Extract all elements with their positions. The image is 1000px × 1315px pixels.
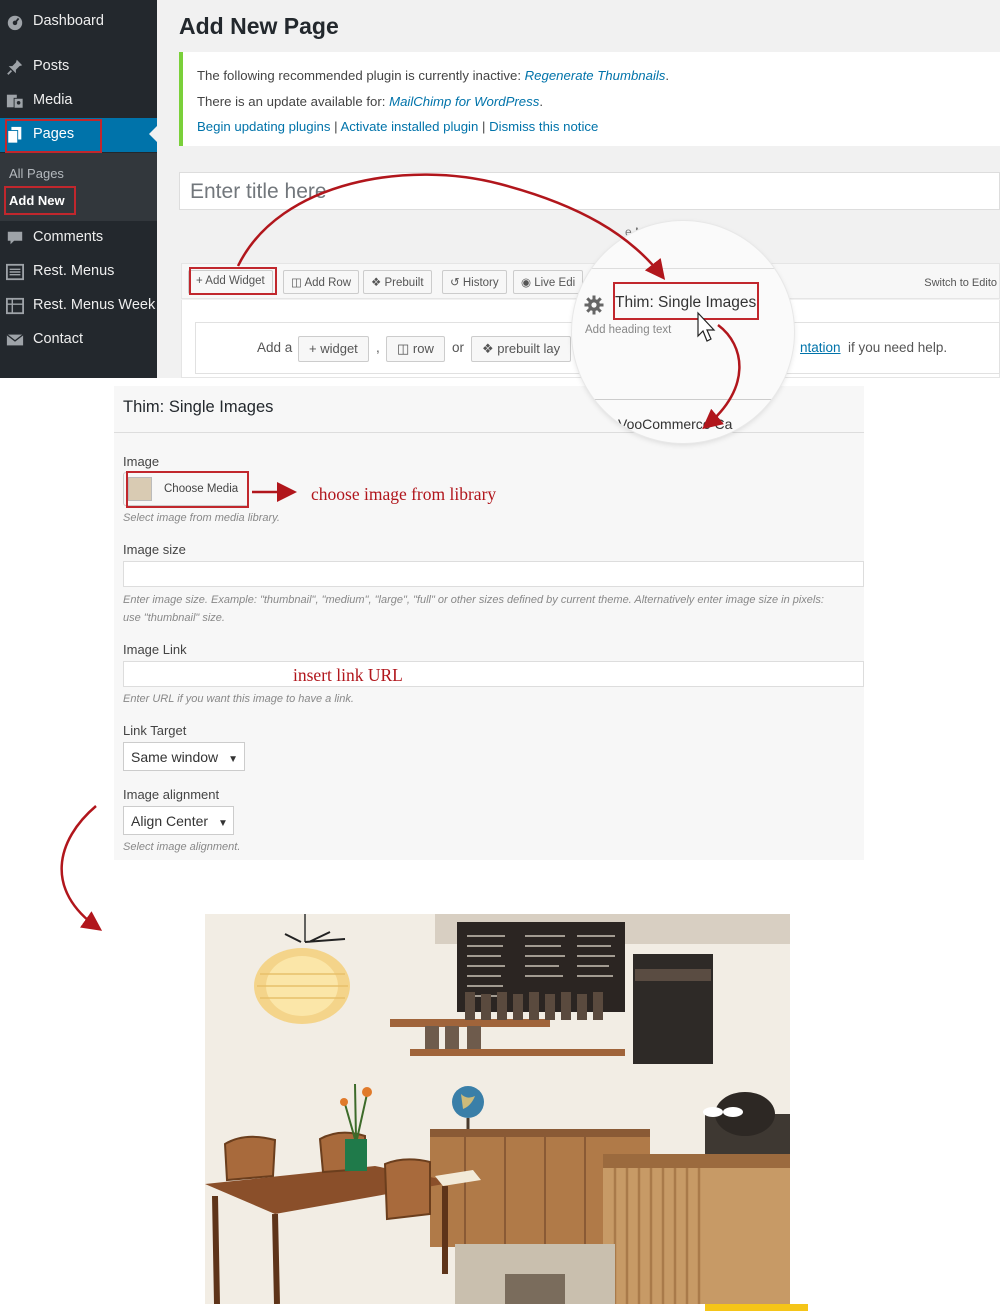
annotation-insert-link: insert link URL (293, 665, 403, 685)
prebuilt-button[interactable]: ❖ Prebuilt (363, 270, 432, 294)
history-icon: ↺ (450, 277, 463, 289)
notice-actions: Begin updating plugins | Activate instal… (197, 119, 598, 134)
form-title: Thim: Single Images (123, 398, 274, 416)
image-size-label: Image size (123, 542, 186, 557)
annotation-choose-image: choose image from library (311, 484, 497, 504)
prebuilt-icon: ❖ (371, 277, 385, 289)
next-widget-label: VooCommerce Ca (618, 416, 733, 432)
notice-line-inactive: The following recommended plugin is curr… (197, 68, 670, 83)
caret-down-icon: ▼ (228, 754, 239, 765)
image-link-help: Enter URL if you want this image to have… (123, 693, 354, 705)
image-link-label: Image Link (123, 642, 187, 657)
notice-line-update: There is an update available for: MailCh… (197, 94, 543, 109)
notice-text: There is an update available for: (197, 94, 386, 109)
gear-icon (584, 295, 604, 315)
cafe-interior-illustration (205, 914, 790, 1304)
separator: | (482, 119, 486, 134)
image-label: Image (123, 454, 160, 469)
sidebar-item-label: Posts (33, 58, 70, 74)
list-icon (6, 263, 24, 281)
image-link-input[interactable] (123, 661, 864, 687)
calendar-grid-icon (6, 297, 24, 315)
yellow-accent-bar (705, 1304, 808, 1311)
history-button[interactable]: ↺ History (442, 270, 507, 294)
widget-settings-form: Thim: Single Images Image Choose Media S… (114, 386, 864, 860)
page-title: Add New Page (179, 13, 339, 39)
title-input[interactable]: Enter title here (179, 172, 1000, 210)
dashboard-icon (7, 15, 23, 31)
prebuilt-icon: ❖ (482, 341, 498, 356)
sidebar-item-contact[interactable]: Contact (0, 323, 157, 357)
sidebar-item-comments[interactable]: Comments (0, 221, 157, 255)
begin-updating-link[interactable]: Begin updating plugins (197, 119, 330, 134)
help-text: if you need help. (848, 340, 948, 355)
prebuilt-inline-button[interactable]: ❖ prebuilt lay (471, 336, 572, 362)
sidebar-item-rest-menus-week[interactable]: Rest. Menus Week (0, 289, 157, 323)
or-text: or (452, 340, 465, 355)
image-alignment-help: Select image alignment. (123, 841, 241, 853)
image-alignment-select[interactable]: Align Center ▼ (123, 806, 234, 835)
sidebar-item-label: Rest. Menus Week (33, 297, 156, 313)
documentation-link[interactable]: ntation (800, 340, 841, 355)
widget-subtitle: Add heading text (585, 324, 672, 336)
sidebar-item-rest-menus[interactable]: Rest. Menus (0, 255, 157, 289)
plus-icon: + (309, 341, 321, 356)
image-alignment-label: Image alignment (123, 787, 220, 802)
image-size-help-2: use "thumbnail" size. (123, 612, 225, 624)
activate-plugin-link[interactable]: Activate installed plugin (341, 119, 479, 134)
comment-icon (7, 231, 23, 245)
plugin-notice: The following recommended plugin is curr… (179, 52, 1000, 146)
eye-icon: ◉ (521, 277, 535, 289)
media-icon (6, 94, 24, 109)
switch-editor-link[interactable]: Switch to Edito (924, 277, 997, 289)
sidebar-item-label: Media (33, 92, 73, 108)
link-target-label: Link Target (123, 723, 187, 738)
add-row-button[interactable]: ◫ Add Row (283, 270, 360, 294)
separator: | (334, 119, 338, 134)
cafe-photo (205, 914, 790, 1304)
caret-down-icon: ▼ (218, 818, 228, 829)
image-size-input[interactable] (123, 561, 864, 587)
wp-admin-screenshot: Dashboard Posts Media Pages All Pages Ad… (0, 0, 1000, 378)
mailchimp-link[interactable]: MailChimp for WordPress (389, 94, 539, 109)
envelope-icon (6, 334, 24, 346)
add-row-inline-button[interactable]: ◫ row (386, 336, 445, 362)
submenu-all-pages[interactable]: All Pages (9, 166, 64, 181)
row-icon: ◫ (397, 341, 413, 356)
sidebar-item-label: Dashboard (33, 13, 104, 29)
highlight-add-new (4, 186, 76, 215)
add-widget-inline-button[interactable]: + widget (298, 336, 369, 362)
highlight-add-widget (189, 267, 277, 295)
highlight-choose-media (126, 471, 249, 508)
regenerate-thumbnails-link[interactable]: Regenerate Thumbnails (525, 68, 666, 83)
sidebar-item-label: Contact (33, 331, 83, 347)
sidebar-item-posts[interactable]: Posts (0, 50, 157, 84)
notice-text: The following recommended plugin is curr… (197, 68, 521, 83)
arrow-to-photo (60, 805, 103, 931)
sidebar-item-media[interactable]: Media (0, 84, 157, 118)
pushpin-icon (7, 59, 23, 75)
highlight-single-images (613, 282, 759, 320)
image-help: Select image from media library. (123, 512, 280, 524)
add-a-text: Add a (257, 340, 293, 355)
sidebar-item-dashboard[interactable]: Dashboard (0, 5, 157, 39)
sidebar-item-label: Rest. Menus (33, 263, 115, 279)
link-target-select[interactable]: Same window ▼ (123, 742, 245, 771)
dismiss-notice-link[interactable]: Dismiss this notice (489, 119, 598, 134)
zoom-magnifier: Thim: Single Images Add heading text Voo… (572, 221, 794, 443)
title-placeholder: Enter title here (190, 180, 327, 203)
row-icon: ◫ (291, 277, 305, 289)
image-size-help: Enter image size. Example: "thumbnail", … (123, 594, 824, 606)
highlight-pages (5, 119, 102, 153)
sidebar-item-label: Comments (33, 229, 104, 245)
